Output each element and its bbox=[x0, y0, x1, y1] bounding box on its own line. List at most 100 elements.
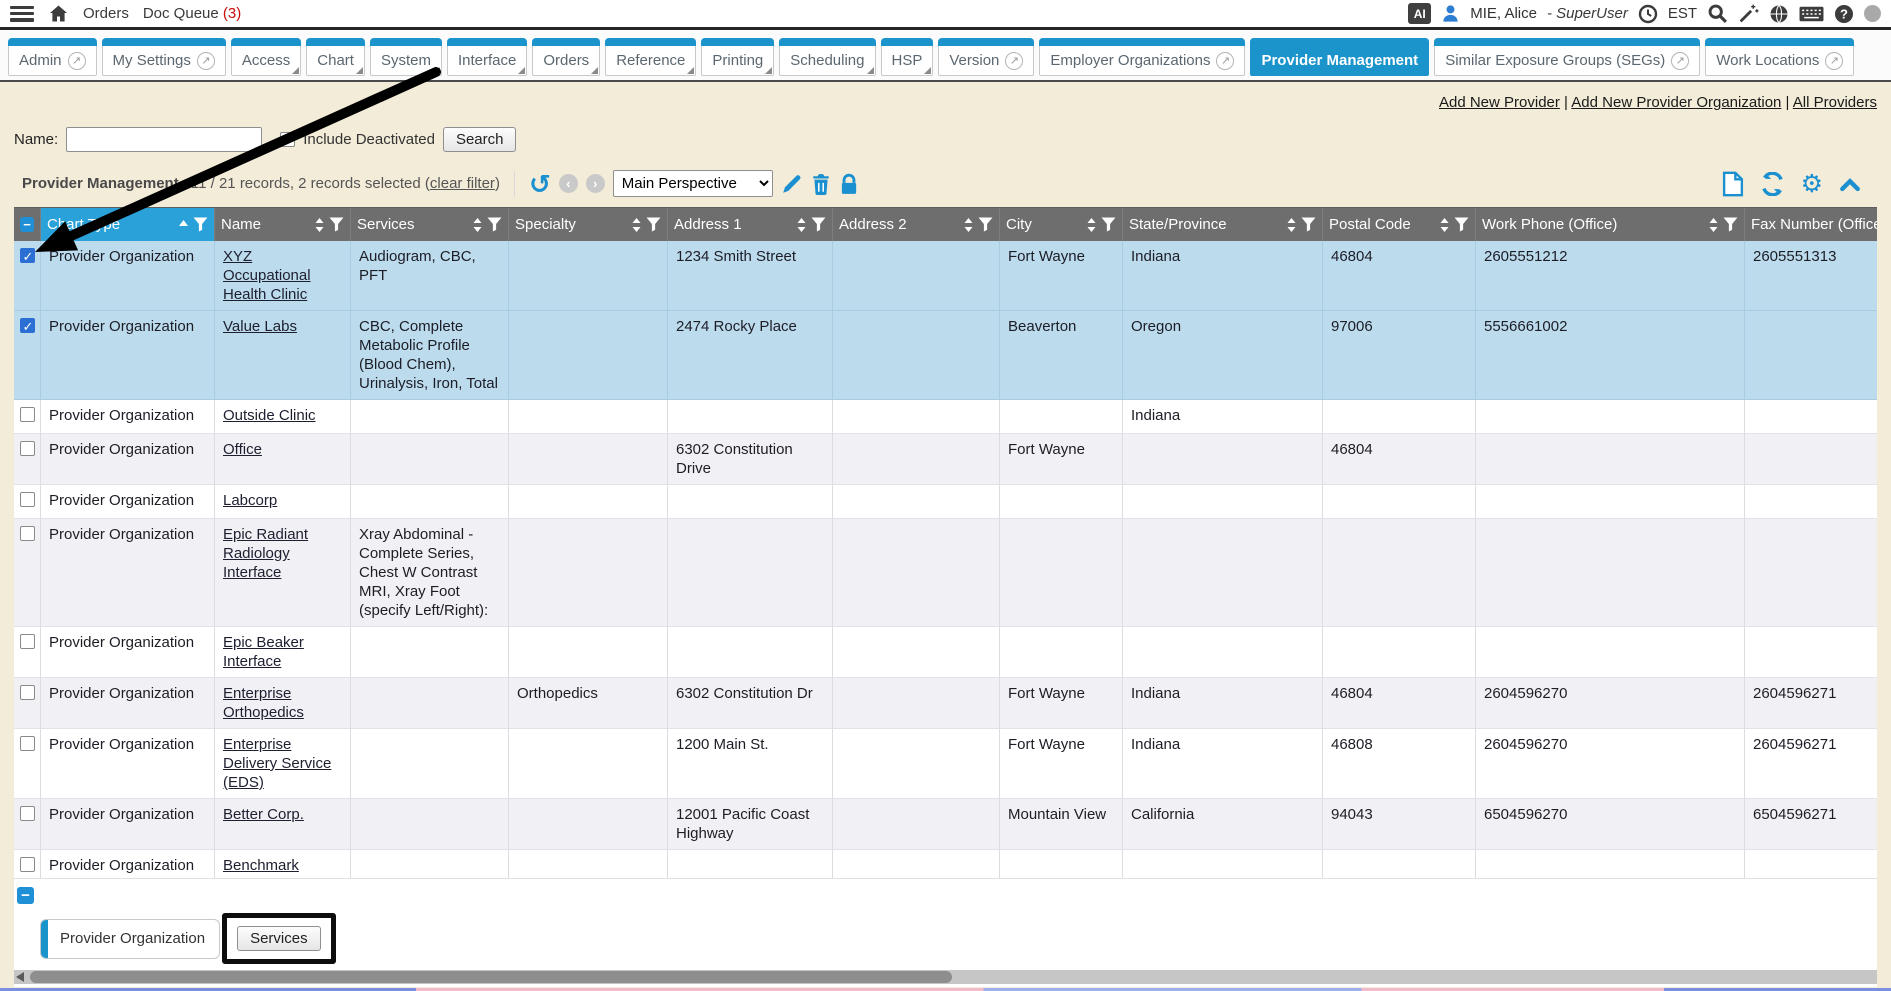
column-header-phone[interactable]: Work Phone (Office) bbox=[1476, 208, 1745, 241]
column-header-city[interactable]: City bbox=[1000, 208, 1123, 241]
search-icon[interactable] bbox=[1707, 3, 1728, 24]
collapse-grid-icon[interactable] bbox=[1839, 176, 1861, 192]
scroll-left-arrow-icon[interactable] bbox=[16, 972, 24, 982]
column-header-state[interactable]: State/Province bbox=[1123, 208, 1323, 241]
filter-funnel-icon[interactable] bbox=[329, 217, 344, 232]
row-checkbox[interactable] bbox=[20, 526, 35, 541]
tab-provider-management[interactable]: Provider Management bbox=[1250, 38, 1429, 76]
provider-name-link[interactable]: Benchmark Interface bbox=[223, 857, 299, 878]
column-header-address2[interactable]: Address 2 bbox=[833, 208, 1000, 241]
collapse-group-button[interactable]: − bbox=[17, 887, 34, 904]
clear-filter-link[interactable]: clear filter bbox=[430, 175, 495, 192]
wand-icon[interactable] bbox=[1738, 3, 1759, 24]
select-all-checkbox[interactable]: − bbox=[20, 217, 34, 232]
table-row: Provider OrganizationXYZ Occupational He… bbox=[14, 241, 1877, 311]
row-checkbox[interactable] bbox=[20, 441, 35, 456]
row-checkbox[interactable] bbox=[20, 806, 35, 821]
provider-name-link[interactable]: Enterprise Delivery Service (EDS) bbox=[223, 736, 331, 791]
link-add-new-provider-organization[interactable]: Add New Provider Organization bbox=[1571, 94, 1781, 111]
keyboard-icon[interactable] bbox=[1799, 5, 1824, 23]
tab-admin[interactable]: Admin↗ bbox=[8, 38, 97, 76]
column-header-chart_type[interactable]: Chart Type bbox=[41, 208, 215, 241]
include-deactivated-checkbox[interactable] bbox=[280, 132, 295, 147]
provider-name-link[interactable]: Epic Beaker Interface bbox=[223, 634, 304, 670]
tab-similar-exposure-groups-segs-[interactable]: Similar Exposure Groups (SEGs)↗ bbox=[1434, 38, 1700, 76]
provider-name-link[interactable]: Enterprise Orthopedics bbox=[223, 685, 304, 721]
provider-name-link[interactable]: Better Corp. bbox=[223, 806, 304, 823]
column-header-select-all[interactable]: − bbox=[14, 208, 41, 241]
filter-funnel-icon[interactable] bbox=[1101, 217, 1116, 232]
horizontal-scrollbar[interactable] bbox=[14, 970, 1877, 984]
provider-name-link[interactable]: Epic Radiant Radiology Interface bbox=[223, 526, 308, 581]
tab-interface[interactable]: Interface bbox=[447, 38, 527, 76]
group-chip-provider-organization[interactable]: Provider Organization bbox=[40, 919, 220, 959]
column-header-fax[interactable]: Fax Number (Office) bbox=[1745, 208, 1877, 241]
tab-version[interactable]: Version↗ bbox=[938, 38, 1034, 76]
row-checkbox[interactable] bbox=[20, 492, 35, 507]
filter-funnel-icon[interactable] bbox=[978, 217, 993, 232]
home-icon[interactable] bbox=[48, 4, 69, 24]
tab-chart[interactable]: Chart bbox=[306, 38, 365, 76]
name-input[interactable] bbox=[66, 127, 262, 152]
tab-employer-organizations[interactable]: Employer Organizations↗ bbox=[1039, 38, 1245, 76]
filter-funnel-icon[interactable] bbox=[193, 217, 208, 232]
search-button[interactable]: Search bbox=[443, 127, 517, 152]
provider-name-link[interactable]: Office bbox=[223, 441, 262, 458]
column-header-name[interactable]: Name bbox=[215, 208, 351, 241]
delete-perspective-icon[interactable] bbox=[811, 173, 831, 195]
tab-work-locations[interactable]: Work Locations↗ bbox=[1705, 38, 1854, 76]
services-button[interactable]: Services bbox=[237, 926, 321, 951]
topnav-orders[interactable]: Orders bbox=[83, 5, 129, 22]
row-checkbox[interactable] bbox=[20, 318, 35, 333]
new-record-icon[interactable] bbox=[1722, 171, 1744, 197]
tab-printing[interactable]: Printing bbox=[701, 38, 774, 76]
sort-icon bbox=[963, 218, 974, 232]
edit-perspective-icon[interactable] bbox=[781, 173, 803, 195]
tab-reference[interactable]: Reference bbox=[605, 38, 696, 76]
topnav-doc-queue[interactable]: Doc Queue (3) bbox=[143, 5, 241, 22]
filter-funnel-icon[interactable] bbox=[1454, 217, 1469, 232]
next-perspective-icon[interactable]: › bbox=[586, 174, 605, 193]
scrollbar-thumb[interactable] bbox=[30, 971, 952, 983]
row-checkbox[interactable] bbox=[20, 248, 35, 263]
menu-icon[interactable] bbox=[10, 6, 34, 22]
filter-funnel-icon[interactable] bbox=[1723, 217, 1738, 232]
clock-icon[interactable] bbox=[1638, 4, 1658, 24]
tab-scheduling[interactable]: Scheduling bbox=[779, 38, 875, 76]
column-header-postal[interactable]: Postal Code bbox=[1323, 208, 1476, 241]
user-name[interactable]: MIE, Alice bbox=[1470, 5, 1537, 22]
link-all-providers[interactable]: All Providers bbox=[1793, 94, 1877, 111]
tab-orders[interactable]: Orders bbox=[532, 38, 600, 76]
ai-badge[interactable]: AI bbox=[1408, 3, 1431, 24]
provider-name-link[interactable]: XYZ Occupational Health Clinic bbox=[223, 248, 311, 303]
tab-access[interactable]: Access bbox=[231, 38, 301, 76]
prev-perspective-icon[interactable]: ‹ bbox=[559, 174, 578, 193]
tab-system[interactable]: System bbox=[370, 38, 442, 76]
row-checkbox[interactable] bbox=[20, 685, 35, 700]
tab-my-settings[interactable]: My Settings↗ bbox=[102, 38, 226, 76]
filter-funnel-icon[interactable] bbox=[811, 217, 826, 232]
column-label: Services bbox=[357, 216, 468, 233]
row-checkbox[interactable] bbox=[20, 634, 35, 649]
row-checkbox[interactable] bbox=[20, 857, 35, 872]
column-header-services[interactable]: Services bbox=[351, 208, 509, 241]
provider-name-link[interactable]: Outside Clinic bbox=[223, 407, 316, 424]
undo-icon[interactable]: ↺ bbox=[529, 173, 551, 195]
provider-name-link[interactable]: Labcorp bbox=[223, 492, 277, 509]
perspective-select[interactable]: Main Perspective bbox=[613, 170, 773, 197]
help-icon[interactable]: ? bbox=[1834, 4, 1854, 24]
row-checkbox[interactable] bbox=[20, 736, 35, 751]
column-header-address1[interactable]: Address 1 bbox=[668, 208, 833, 241]
filter-funnel-icon[interactable] bbox=[646, 217, 661, 232]
tab-hsp[interactable]: HSP bbox=[881, 38, 934, 76]
column-header-specialty[interactable]: Specialty bbox=[509, 208, 668, 241]
filter-funnel-icon[interactable] bbox=[487, 217, 502, 232]
globe-icon[interactable] bbox=[1769, 4, 1789, 24]
provider-name-link[interactable]: Value Labs bbox=[223, 318, 297, 335]
row-checkbox[interactable] bbox=[20, 407, 35, 422]
refresh-icon[interactable] bbox=[1760, 172, 1785, 196]
filter-funnel-icon[interactable] bbox=[1301, 217, 1316, 232]
link-add-new-provider[interactable]: Add New Provider bbox=[1439, 94, 1560, 111]
gear-icon[interactable]: ⚙ bbox=[1801, 174, 1823, 194]
lock-perspective-icon[interactable] bbox=[839, 173, 859, 195]
